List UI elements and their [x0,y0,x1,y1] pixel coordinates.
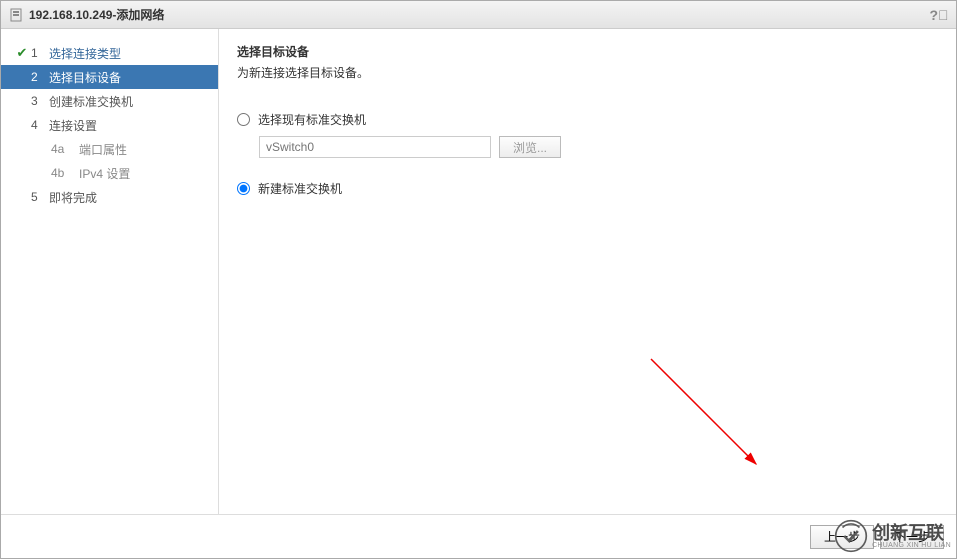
step-1-connection-type[interactable]: ✔ 1 选择连接类型 [1,41,218,65]
wizard-content: ✔ 1 选择连接类型 2 选择目标设备 3 创建标准交换机 4 连接设置 4a [1,29,956,514]
annotation-arrow [646,354,766,474]
wizard-footer: 上一步 下一步 [1,514,956,558]
help-icon[interactable]: ?⃝ [930,6,948,24]
step-5-ready-to-complete: 5 即将完成 [1,185,218,209]
radio-existing-label[interactable]: 选择现有标准交换机 [258,111,366,128]
radio-new-vswitch[interactable] [237,182,250,195]
title-text: 添加网络 [116,6,164,23]
step-2-target-device[interactable]: 2 选择目标设备 [1,65,218,89]
step-4-connection-settings: 4 连接设置 [1,113,218,137]
title-host: 192.168.10.249 [29,8,112,22]
host-icon [9,8,23,22]
existing-vswitch-input-row: 浏览... [259,136,938,158]
next-button[interactable]: 下一步 [880,525,944,549]
titlebar: 192.168.10.249 - 添加网络 ?⃝ [1,1,956,29]
browse-button: 浏览... [499,136,561,158]
existing-vswitch-input [259,136,491,158]
page-subtitle: 为新连接选择目标设备。 [237,64,938,81]
radio-existing-vswitch[interactable] [237,113,250,126]
wizard-main-panel: 选择目标设备 为新连接选择目标设备。 选择现有标准交换机 浏览... 新建标准交… [219,29,956,514]
substep-4b-ipv4-settings: 4b IPv4 设置 [1,161,218,185]
wizard-sidebar: ✔ 1 选择连接类型 2 选择目标设备 3 创建标准交换机 4 连接设置 4a [1,29,219,514]
option-existing-vswitch-row: 选择现有标准交换机 [237,111,938,128]
substep-4a-port-properties: 4a 端口属性 [1,137,218,161]
option-new-vswitch-row: 新建标准交换机 [237,180,938,197]
step-3-create-vswitch: 3 创建标准交换机 [1,89,218,113]
back-button[interactable]: 上一步 [810,525,874,549]
page-title: 选择目标设备 [237,43,938,60]
check-icon: ✔ [13,45,31,61]
radio-new-label[interactable]: 新建标准交换机 [258,180,342,197]
add-network-wizard-dialog: 192.168.10.249 - 添加网络 ?⃝ ✔ 1 选择连接类型 2 选择… [0,0,957,559]
